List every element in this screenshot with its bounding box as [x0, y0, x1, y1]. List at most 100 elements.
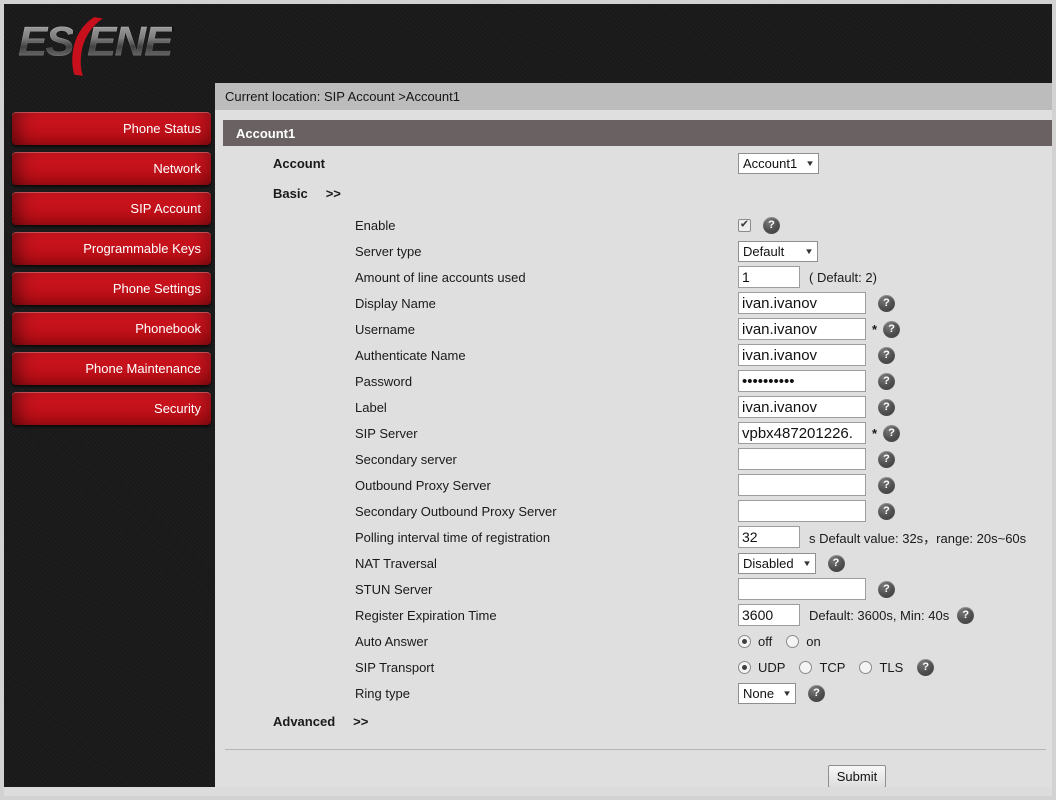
help-icon[interactable]: ?	[878, 476, 895, 494]
sidebar-item-phone-status[interactable]: Phone Status	[12, 112, 211, 145]
radio-label: UDP	[758, 659, 786, 675]
content-body: Account1 Account Account1 ▼ Basic >> Ena…	[215, 110, 1052, 787]
field-label: Enable	[355, 217, 396, 233]
basic-label: Basic	[273, 185, 308, 201]
sip-transport-tls-radio[interactable]	[859, 660, 873, 674]
field-row-polling-interval: Polling interval time of registration s …	[215, 524, 1052, 550]
basic-section-row: Basic >>	[215, 178, 1052, 208]
register-expiration-input[interactable]	[738, 604, 800, 626]
check-icon: ✔	[739, 218, 750, 230]
field-note: ( Default: 2)	[809, 269, 877, 285]
field-row-stun-server: STUN Server ?	[215, 576, 1052, 602]
sidebar-item-security[interactable]: Security	[12, 392, 211, 425]
sidebar-item-label: Programmable Keys	[83, 241, 201, 256]
sidebar-item-sip-account[interactable]: SIP Account	[12, 192, 211, 225]
password-input[interactable]	[738, 370, 866, 392]
help-icon[interactable]: ?	[878, 502, 895, 520]
ring-type-select[interactable]: None ▼	[738, 682, 796, 704]
field-label: SIP Transport	[355, 659, 435, 675]
field-row-display-name: Display Name ?	[215, 290, 1052, 316]
advanced-label: Advanced	[273, 713, 336, 729]
auto-answer-off-radio[interactable]	[738, 634, 751, 648]
display-name-input[interactable]	[738, 292, 866, 314]
nat-traversal-select[interactable]: Disabled ▼	[738, 552, 816, 574]
secondary-server-input[interactable]	[738, 448, 866, 470]
field-row-sip-server: SIP Server * ?	[215, 420, 1052, 446]
help-icon[interactable]: ?	[827, 554, 845, 572]
help-icon[interactable]: ?	[878, 450, 895, 468]
label-input[interactable]	[738, 396, 866, 418]
help-icon[interactable]: ?	[917, 658, 935, 676]
sidebar-item-phone-settings[interactable]: Phone Settings	[12, 272, 211, 305]
field-row-register-expiration: Register Expiration Time Default: 3600s,…	[215, 602, 1052, 628]
radio-label: TLS	[879, 659, 904, 675]
field-note: s Default value: 32s，range: 20s~60s	[809, 530, 1027, 546]
polling-interval-input[interactable]	[738, 526, 800, 548]
field-row-account: Account Account1 ▼	[215, 148, 1052, 178]
section-header: Account1	[223, 120, 1052, 146]
chevron-down-icon: ▼	[782, 688, 792, 698]
main-content: Current location: SIP Account >Account1 …	[215, 83, 1052, 787]
field-row-nat-traversal: NAT Traversal Disabled ▼ ?	[215, 550, 1052, 576]
advanced-expand-toggle[interactable]: >>	[353, 714, 368, 729]
line-accounts-input[interactable]	[738, 266, 800, 288]
help-icon[interactable]: ?	[878, 294, 895, 312]
sidebar-item-phone-maintenance[interactable]: Phone Maintenance	[12, 352, 211, 385]
field-label: Amount of line accounts used	[355, 269, 526, 285]
secondary-outbound-proxy-input[interactable]	[738, 500, 866, 522]
basic-expand-toggle[interactable]: >>	[326, 186, 341, 201]
sip-transport-udp-radio[interactable]	[738, 660, 751, 674]
field-row-enable: Enable ✔ ?	[215, 212, 1052, 238]
help-icon[interactable]: ?	[763, 216, 780, 234]
sip-transport-tcp-radio[interactable]	[799, 660, 813, 674]
help-icon[interactable]: ?	[957, 606, 975, 624]
sidebar-item-phonebook[interactable]: Phonebook	[12, 312, 211, 345]
field-label: Ring type	[355, 685, 410, 701]
chevron-down-icon: ▼	[804, 246, 814, 256]
field-row-outbound-proxy: Outbound Proxy Server ?	[215, 472, 1052, 498]
field-label: NAT Traversal	[355, 555, 437, 571]
server-type-value: Default	[743, 243, 785, 259]
basic-section-label: Basic >>	[215, 186, 738, 201]
field-label: Display Name	[355, 295, 436, 311]
submit-button[interactable]: Submit	[828, 765, 886, 787]
help-icon[interactable]: ?	[883, 320, 901, 338]
enable-checkbox[interactable]: ✔	[738, 218, 751, 232]
ring-type-value: None	[743, 685, 775, 701]
auto-answer-on-radio[interactable]	[786, 634, 800, 648]
username-input[interactable]	[738, 318, 866, 340]
field-row-username: Username * ?	[215, 316, 1052, 342]
help-icon[interactable]: ?	[878, 346, 895, 364]
advanced-section-row: Advanced >>	[215, 710, 1052, 732]
field-row-line-accounts: Amount of line accounts used ( Default: …	[215, 264, 1052, 290]
help-icon[interactable]: ?	[878, 580, 895, 598]
field-label: Server type	[355, 243, 422, 259]
page-frame: ES ( ENE Phone Status Network SIP Accoun…	[0, 0, 1056, 800]
help-icon[interactable]: ?	[878, 398, 895, 416]
account-select[interactable]: Account1 ▼	[738, 152, 820, 174]
sidebar-item-programmable-keys[interactable]: Programmable Keys	[12, 232, 211, 265]
help-icon[interactable]: ?	[883, 424, 901, 442]
sidebar-item-label: Phone Status	[122, 121, 201, 136]
bottom-strip	[4, 787, 1052, 796]
submit-area: Submit	[215, 765, 1052, 787]
sidebar-item-label: Phone Settings	[112, 281, 201, 296]
stun-server-input[interactable]	[738, 578, 866, 600]
chevron-down-icon: ▼	[801, 558, 812, 568]
server-type-select[interactable]: Default ▼	[738, 240, 818, 262]
sidebar-item-label: Phonebook	[135, 321, 201, 336]
help-icon[interactable]: ?	[878, 372, 895, 390]
sidebar-item-network[interactable]: Network	[12, 152, 211, 185]
sip-server-input[interactable]	[738, 422, 866, 444]
field-row-ring-type: Ring type None ▼ ?	[215, 680, 1052, 706]
field-label: Secondary Outbound Proxy Server	[355, 503, 557, 519]
required-asterisk: *	[872, 425, 878, 441]
field-note: Default: 3600s, Min: 40s	[809, 607, 950, 623]
field-label: STUN Server	[355, 581, 433, 597]
required-asterisk: *	[872, 321, 878, 337]
outbound-proxy-input[interactable]	[738, 474, 866, 496]
sidebar-nav: Phone Status Network SIP Account Program…	[12, 112, 211, 425]
authenticate-name-input[interactable]	[738, 344, 866, 366]
field-label: Polling interval time of registration	[355, 529, 551, 545]
help-icon[interactable]: ?	[808, 684, 825, 702]
